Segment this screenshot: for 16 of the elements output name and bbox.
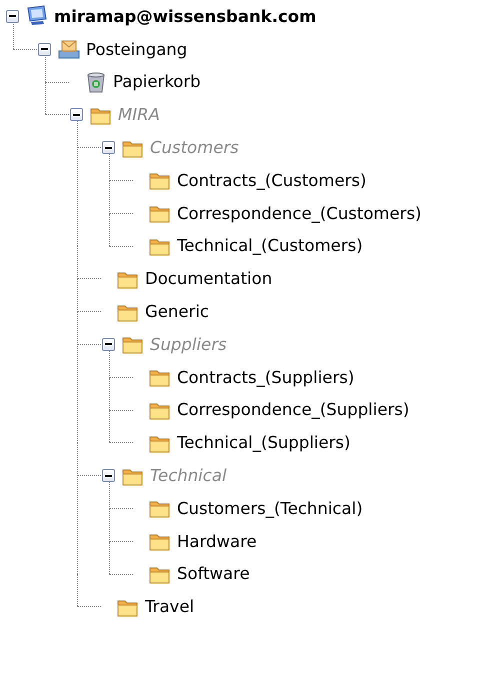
folder-name[interactable]: Posteingang [86,40,188,59]
folder-name[interactable]: Technical_(Customers) [177,236,363,256]
folder-name[interactable]: Correspondence_(Suppliers) [177,400,410,420]
folder-name[interactable]: Contracts_(Suppliers) [177,368,354,387]
folder-name[interactable]: Correspondence_(Customers) [177,204,422,223]
collapse-toggle[interactable] [70,108,83,122]
account-name[interactable]: miramap@wissensbank.com [54,6,316,26]
folder-name[interactable]: Contracts_(Customers) [177,170,366,190]
folder-name[interactable]: Technical_(Suppliers) [177,433,350,452]
folder-name[interactable]: Papierkorb [113,72,201,92]
collapse-toggle[interactable] [102,469,115,482]
collapse-toggle[interactable] [102,338,115,351]
collapse-toggle[interactable] [38,42,51,56]
folder-name[interactable]: Customers_(Technical) [177,498,363,518]
collapse-toggle[interactable] [102,141,115,154]
collapse-toggle[interactable] [6,10,19,23]
